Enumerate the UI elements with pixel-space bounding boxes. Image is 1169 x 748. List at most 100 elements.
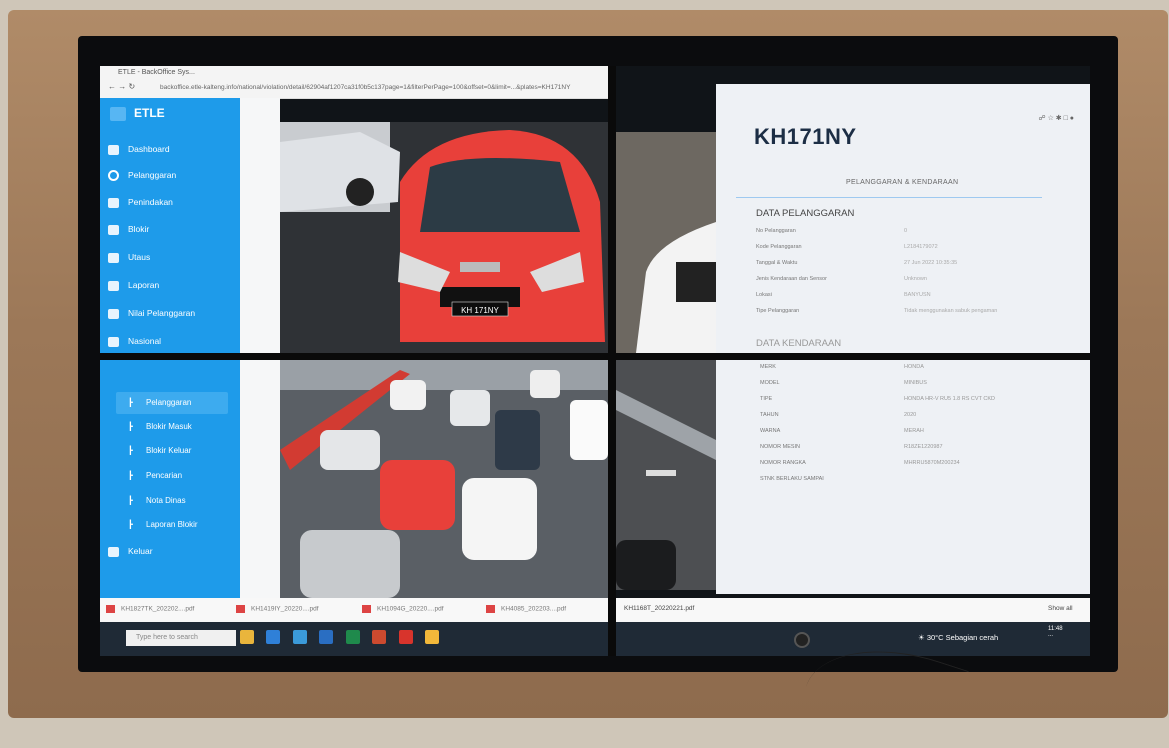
sidebar-item-laporan[interactable]: Laporan [108, 280, 159, 291]
store-icon[interactable] [292, 630, 307, 644]
detail-value: 0 [904, 228, 908, 234]
tab-pelanggaran-kendaraan[interactable]: PELANGGARAN & KENDARAAN [846, 179, 958, 186]
block-icon [108, 224, 119, 235]
sidebar-item-penindakan[interactable]: Penindakan [108, 197, 173, 208]
clock-date: ... [1048, 632, 1054, 638]
sub-item-blokir-masuk[interactable]: ┣ Blokir Masuk [128, 422, 192, 431]
detail-label: TAHUN [760, 412, 779, 418]
detail-label: WARNA [760, 428, 781, 434]
detail-value: BANYUSN [904, 292, 931, 298]
tab-underline [736, 197, 1042, 198]
weather-widget[interactable]: ☀ 30°C Sebagian cerah [918, 633, 998, 642]
logout-button[interactable]: Keluar [108, 546, 153, 557]
download-filename: KH1419IY_20220....pdf [251, 605, 319, 613]
circle-icon [108, 170, 119, 182]
sidebar-item-blokir[interactable]: Blokir [108, 224, 149, 235]
brand-logo[interactable]: ETLE [110, 106, 165, 121]
sidebar-item-pelanggaran[interactable]: Pelanggaran [108, 170, 177, 182]
detail-value: Tidak menggunakan sabuk pengaman [904, 308, 998, 314]
detail-value: MERAH [904, 428, 924, 434]
sidebar-item-label: Pelanggaran [128, 170, 177, 180]
edge-icon[interactable] [266, 630, 281, 644]
sidebar-item-label: Utaus [128, 252, 151, 262]
chrome-icon[interactable] [425, 630, 440, 644]
car-side-illustration [616, 132, 716, 353]
evidence-photo-road [616, 360, 716, 590]
download-filename: KH1827TK_202202....pdf [121, 605, 195, 613]
detail-row: STNK BERLAKU SAMPAI [760, 476, 824, 482]
download-item[interactable]: KH1094G_20220....pdf [362, 605, 444, 613]
browser-nav-icons[interactable]: ← → ↻ [108, 82, 135, 91]
video-wall-screen: ETLE - BackOffice Sys... ← → ↻ backoffic… [100, 66, 1090, 656]
download-filename: KH1168T_20220221.pdf [624, 605, 695, 612]
browser-tab[interactable]: ETLE - BackOffice Sys... [118, 69, 195, 76]
sidebar-item-nilai-pelanggaran[interactable]: Nilai Pelanggaran [108, 308, 195, 319]
excel-icon[interactable] [345, 630, 360, 644]
opera-icon[interactable] [398, 630, 413, 644]
detail-label: TIPE [760, 396, 773, 402]
file-icon [108, 308, 119, 319]
road-illustration [616, 360, 716, 590]
detail-label: NOMOR RANGKA [760, 460, 806, 466]
download-item[interactable]: KH4085_202203....pdf [486, 605, 566, 613]
powerpoint-icon[interactable] [372, 630, 387, 644]
sidebar-item-utaus[interactable]: Utaus [108, 252, 150, 263]
traffic-illustration [280, 360, 608, 598]
download-item[interactable]: KH1168T_20220221.pdf [624, 605, 694, 612]
browser-toolbar-icons[interactable]: ☍ ☆ ✱ □ ● [1039, 114, 1074, 122]
address-bar[interactable]: backoffice.etle-kalteng.info/national/vi… [160, 84, 570, 91]
folder-icon[interactable] [240, 630, 254, 644]
detail-label: Jenis Kendaraan dan Sensor [756, 276, 827, 282]
detail-row: Lokasi BANYUSN [756, 292, 931, 298]
logout-label: Keluar [128, 546, 153, 556]
sidebar-item-dashboard[interactable]: Dashboard [108, 144, 170, 155]
taskbar: Type here to search ☀ 30°C Sebagian cera… [100, 622, 1090, 656]
car-closeup-illustration: KH 171NY [280, 122, 608, 353]
dashboard-icon [108, 144, 119, 155]
sidebar-item-label: Dashboard [128, 144, 170, 154]
sub-item-blokir-keluar[interactable]: ┣ Blokir Keluar [128, 446, 191, 455]
download-filename: KH4085_202203....pdf [501, 605, 567, 613]
detail-row: Kode Pelanggaran L2184179072 [756, 244, 938, 250]
clock[interactable]: 11:48... [1048, 626, 1063, 638]
downloads-bar: KH1827TK_202202....pdf KH1419IY_20220...… [100, 598, 1090, 622]
evidence-photo-traffic [280, 360, 608, 598]
sub-item-pelanggaran[interactable]: ┣ Pelanggaran [128, 398, 191, 407]
sub-item-label: Blokir Keluar [146, 446, 192, 455]
section-heading-kendaraan: DATA KENDARAAN [756, 338, 842, 349]
detail-row: NOMOR MESIN R18ZE1220987 [760, 444, 943, 450]
detail-label: Lokasi [756, 292, 772, 298]
sub-item-laporan-blokir[interactable]: ┣ Laporan Blokir [128, 520, 198, 529]
sidebar-item-nasional[interactable]: Nasional [108, 336, 161, 347]
detail-value: R18ZE1220987 [904, 444, 943, 450]
detail-row: Tipe Pelanggaran Tidak menggunakan sabuk … [756, 308, 997, 314]
sub-item-pencarian[interactable]: ┣ Pencarian [128, 471, 182, 480]
sub-item-nota-dinas[interactable]: ┣ Nota Dinas [128, 496, 186, 505]
show-all-link[interactable]: Show all [1048, 605, 1073, 612]
download-item[interactable]: KH1827TK_202202....pdf [106, 605, 194, 613]
taskbar-search[interactable]: Type here to search [126, 630, 236, 646]
browser-bar: ETLE - BackOffice Sys... ← → ↻ backoffic… [100, 66, 608, 99]
document-icon [108, 336, 119, 347]
pdf-icon [236, 605, 245, 613]
sidebar-item-label: Penindakan [128, 197, 173, 207]
pdf-icon [486, 605, 495, 613]
content-area [240, 98, 280, 598]
id-card-icon [108, 197, 119, 208]
vehicle-detail-panel: MERK HONDA MODEL MINIBUS TIPE HONDA HR-V RU… [716, 360, 1090, 594]
tree-icon: ┣ [128, 398, 133, 407]
detail-row: WARNA MERAH [760, 428, 924, 434]
sub-item-label: Pencarian [146, 471, 183, 480]
tree-icon: ┣ [128, 496, 133, 505]
logout-icon [108, 546, 119, 557]
detail-label: MODEL [760, 380, 780, 386]
weather-text: 30°C Sebagian cerah [926, 633, 999, 642]
detail-value: MHRRU5870M200234 [904, 460, 960, 466]
detail-value: HONDA [904, 364, 924, 370]
pdf-icon [106, 605, 115, 613]
download-item[interactable]: KH1419IY_20220....pdf [236, 605, 319, 613]
detail-value: 2020 [904, 412, 917, 418]
word-icon[interactable] [319, 630, 334, 644]
detail-label: NOMOR MESIN [760, 444, 801, 450]
sidebar-item-label: Nasional [128, 336, 162, 346]
